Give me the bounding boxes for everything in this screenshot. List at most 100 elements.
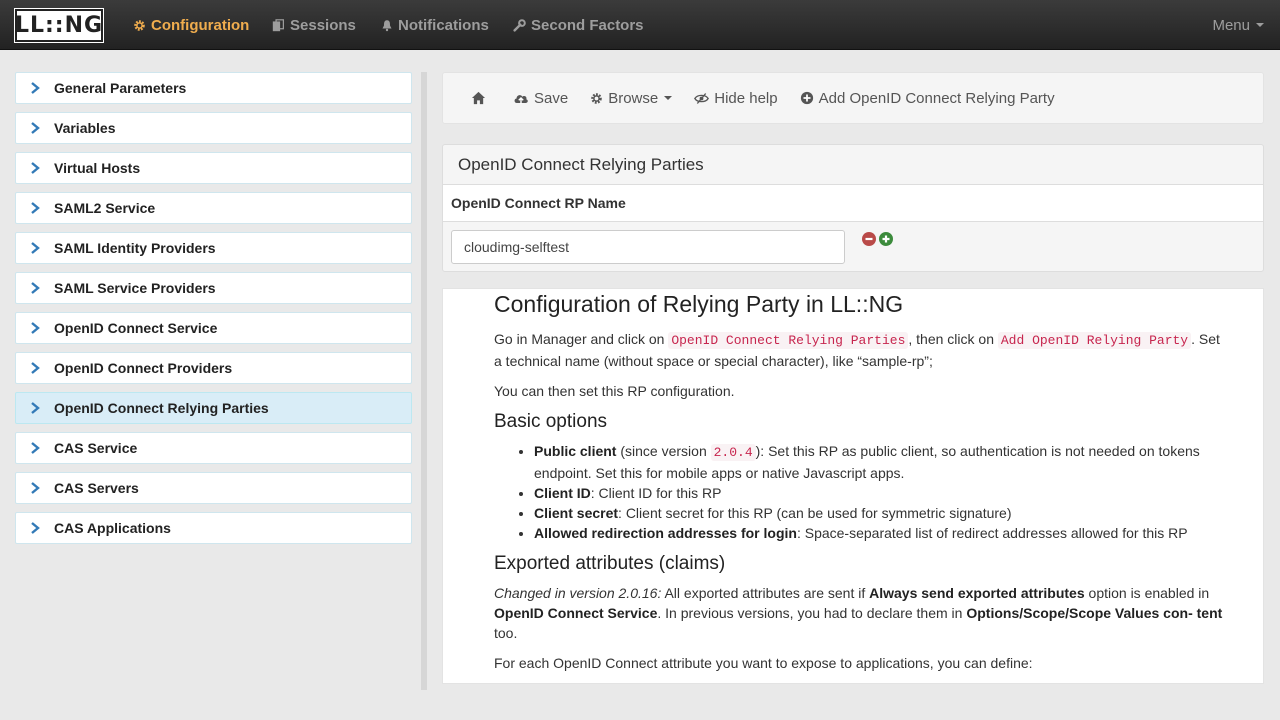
help-for-each: For each OpenID Connect attribute you wa… <box>494 655 1033 671</box>
help-text: (since version <box>616 443 711 459</box>
option-name: Options/Scope/Scope Values con- tent <box>966 605 1223 621</box>
save-label: Save <box>534 89 569 107</box>
nav-second-factors[interactable]: Second Factors <box>513 0 644 50</box>
chevron-down-icon <box>664 96 673 100</box>
nav-sessions[interactable]: Sessions <box>272 0 356 50</box>
llng-logo[interactable]: LL::NG <box>14 8 104 43</box>
browse-label: Browse <box>608 89 659 107</box>
chevron-right-icon[interactable] <box>16 522 54 534</box>
tree-item-saml-identity-providers[interactable]: SAML Identity Providers <box>15 232 412 264</box>
tree-item-openid-connect-providers[interactable]: OpenID Connect Providers <box>15 352 412 384</box>
tree-item-saml-service-providers[interactable]: SAML Service Providers <box>15 272 412 304</box>
help-text: . In previous versions, you had to decla… <box>657 605 967 621</box>
browse-dropdown[interactable]: Browse <box>590 89 673 107</box>
menu-dropdown[interactable]: Menu <box>1212 0 1264 50</box>
chevron-right-icon[interactable] <box>16 82 54 94</box>
tree-item-label: CAS Servers <box>54 480 139 496</box>
home-icon <box>471 91 486 105</box>
nav-label: Sessions <box>290 16 356 34</box>
chevron-right-icon[interactable] <box>16 162 54 174</box>
list-item: Client ID: Client ID for this RP <box>534 483 1223 503</box>
tree-item-cas-service[interactable]: CAS Service <box>15 432 412 464</box>
chevron-right-icon[interactable] <box>16 242 54 254</box>
chevron-right-icon[interactable] <box>16 362 54 374</box>
tree-item-variables[interactable]: Variables <box>15 112 412 144</box>
rp-list-panel: OpenID Connect Relying Parties OpenID Co… <box>442 144 1264 272</box>
remove-rp-button[interactable] <box>862 232 876 246</box>
chevron-down-icon <box>1256 23 1264 27</box>
action-toolbar: Save Browse Hide help Add OpenID Connect… <box>442 72 1264 124</box>
tree-item-label: SAML Identity Providers <box>54 240 216 256</box>
tree-item-cas-servers[interactable]: CAS Servers <box>15 472 412 504</box>
rp-name-column-header: OpenID Connect RP Name <box>443 185 1263 222</box>
wrench-icon <box>513 18 526 32</box>
cloud-upload-icon <box>514 94 528 104</box>
help-intro: Go in Manager and click on OpenID Connec… <box>494 329 1223 371</box>
chevron-right-icon[interactable] <box>16 282 54 294</box>
basic-options-heading: Basic options <box>494 411 608 432</box>
help-text: All exported attributes are sent if <box>661 585 870 601</box>
tree-item-general-parameters[interactable]: General Parameters <box>15 72 412 104</box>
bell-icon <box>382 19 392 31</box>
minus-circle-icon <box>865 237 873 241</box>
home-button[interactable] <box>471 91 491 105</box>
eye-slash-icon <box>694 92 710 104</box>
plus-circle-icon <box>800 91 813 105</box>
help-panel: Configuration of Relying Party in LL::NG… <box>442 288 1264 684</box>
list-item: Client secret: Client secret for this RP… <box>534 503 1223 523</box>
chevron-right-icon[interactable] <box>16 202 54 214</box>
pane-splitter[interactable] <box>421 72 427 690</box>
tree-item-label: SAML2 Service <box>54 200 156 216</box>
add-rp-row-button[interactable] <box>879 232 893 246</box>
nav-label: Second Factors <box>531 16 644 34</box>
nav-label: Notifications <box>398 16 489 34</box>
panel-title: OpenID Connect Relying Parties <box>443 145 1263 185</box>
hide-help-label: Hide help <box>714 89 778 107</box>
rp-name-input[interactable] <box>451 230 845 264</box>
menu-label: Menu <box>1212 16 1250 34</box>
help-text: , then click on <box>908 331 998 347</box>
add-rp-button[interactable]: Add OpenID Connect Relying Party <box>800 90 1055 107</box>
chevron-right-icon[interactable] <box>16 482 54 494</box>
tree-item-label: Variables <box>54 120 116 136</box>
help-then: You can then set this RP configuration. <box>494 383 735 399</box>
option-name: Public client <box>534 443 617 459</box>
help-text: Go in Manager and click on <box>494 331 669 347</box>
tree-item-openid-connect-relying-parties[interactable]: OpenID Connect Relying Parties <box>15 392 412 424</box>
inline-code: 2.0.4 <box>710 444 756 461</box>
option-name: Always send exported attributes <box>869 585 1085 601</box>
tree-item-saml2-service[interactable]: SAML2 Service <box>15 192 412 224</box>
chevron-right-icon[interactable] <box>16 402 54 414</box>
tree-item-virtual-hosts[interactable]: Virtual Hosts <box>15 152 412 184</box>
hide-help-button[interactable]: Hide help <box>694 89 778 107</box>
tree-item-label: OpenID Connect Service <box>54 320 218 336</box>
tree-item-openid-connect-service[interactable]: OpenID Connect Service <box>15 312 412 344</box>
tree-item-label: SAML Service Providers <box>54 280 216 296</box>
exported-paragraph: Changed in version 2.0.16: All exported … <box>494 583 1223 643</box>
option-name: Client ID <box>534 485 591 501</box>
config-tree: General Parameters Variables Virtual Hos… <box>15 72 412 552</box>
tree-item-cas-applications[interactable]: CAS Applications <box>15 512 412 544</box>
option-name: OpenID Connect Service <box>494 605 658 621</box>
chevron-right-icon[interactable] <box>16 122 54 134</box>
chevron-right-icon[interactable] <box>16 442 54 454</box>
nav-configuration[interactable]: Configuration <box>133 0 249 50</box>
tree-item-label: OpenID Connect Providers <box>54 360 233 376</box>
gear-icon <box>591 92 602 104</box>
option-name: Allowed redirection addresses for login <box>534 525 797 541</box>
save-button[interactable]: Save <box>513 90 568 107</box>
nav-notifications[interactable]: Notifications <box>381 0 489 50</box>
chevron-right-icon[interactable] <box>16 322 54 334</box>
tree-item-label: General Parameters <box>54 80 187 96</box>
version-note: Changed in version 2.0.16: <box>494 585 662 601</box>
add-rp-label: Add OpenID Connect Relying Party <box>818 89 1055 107</box>
help-text: : Client secret for this RP (can be used… <box>618 505 1012 521</box>
inline-code: OpenID Connect Relying Parties <box>668 332 909 349</box>
nav-label: Configuration <box>151 16 250 34</box>
tree-item-label: CAS Applications <box>54 520 171 536</box>
list-item: Allowed redirection addresses for login:… <box>534 523 1223 543</box>
tree-item-label: CAS Service <box>54 440 138 456</box>
help-text: option is enabled in <box>1084 585 1210 601</box>
option-name: Client secret <box>534 505 619 521</box>
copy-icon <box>272 18 284 31</box>
